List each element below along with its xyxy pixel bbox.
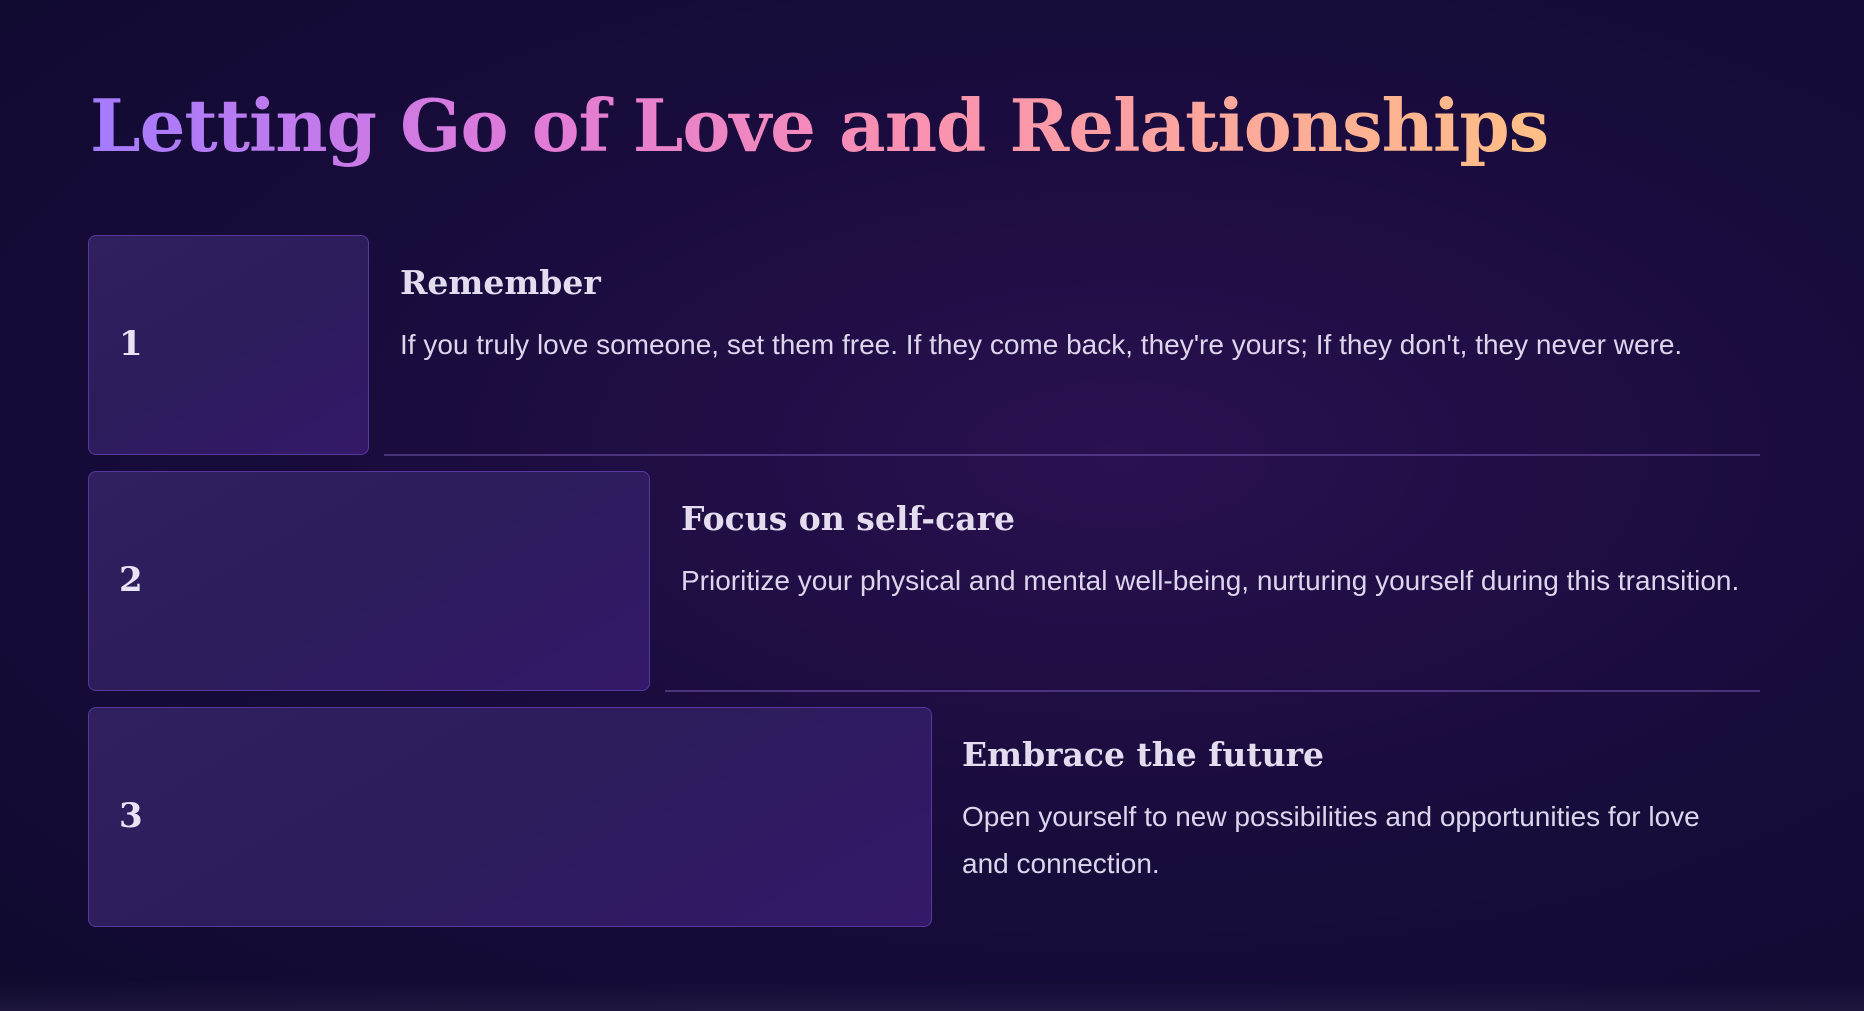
step-2-heading: Focus on self-care: [681, 499, 1015, 538]
step-1: 1 Remember If you truly love someone, se…: [88, 235, 1760, 457]
step-1-box: 1: [88, 235, 369, 455]
step-1-body: If you truly love someone, set them free…: [400, 329, 1683, 360]
step-2-body: Prioritize your physical and mental well…: [681, 565, 1740, 596]
bottom-edge: [0, 981, 1864, 1011]
slide-title: Letting Go of Love and Relationships: [90, 78, 1549, 174]
step-2: 2 Focus on self-care Prioritize your phy…: [88, 471, 1760, 693]
step-1-content: Remember If you truly love someone, set …: [400, 259, 1730, 368]
step-3-body: Open yourself to new possibilities and o…: [962, 801, 1700, 879]
step-3-box: 3: [88, 707, 932, 927]
step-1-heading: Remember: [400, 263, 601, 302]
step-2-content: Focus on self-care Prioritize your physi…: [681, 495, 1741, 604]
step-1-number: 1: [119, 324, 143, 364]
step-2-box: 2: [88, 471, 650, 691]
divider-1: [384, 454, 1760, 456]
step-3: 3 Embrace the future Open yourself to ne…: [88, 707, 1760, 929]
divider-2: [665, 690, 1760, 692]
step-3-number: 3: [119, 796, 143, 836]
slide: Letting Go of Love and Relationships 1 R…: [0, 0, 1864, 1011]
step-3-heading: Embrace the future: [962, 735, 1325, 774]
step-2-number: 2: [119, 560, 143, 600]
step-3-content: Embrace the future Open yourself to new …: [962, 731, 1742, 887]
